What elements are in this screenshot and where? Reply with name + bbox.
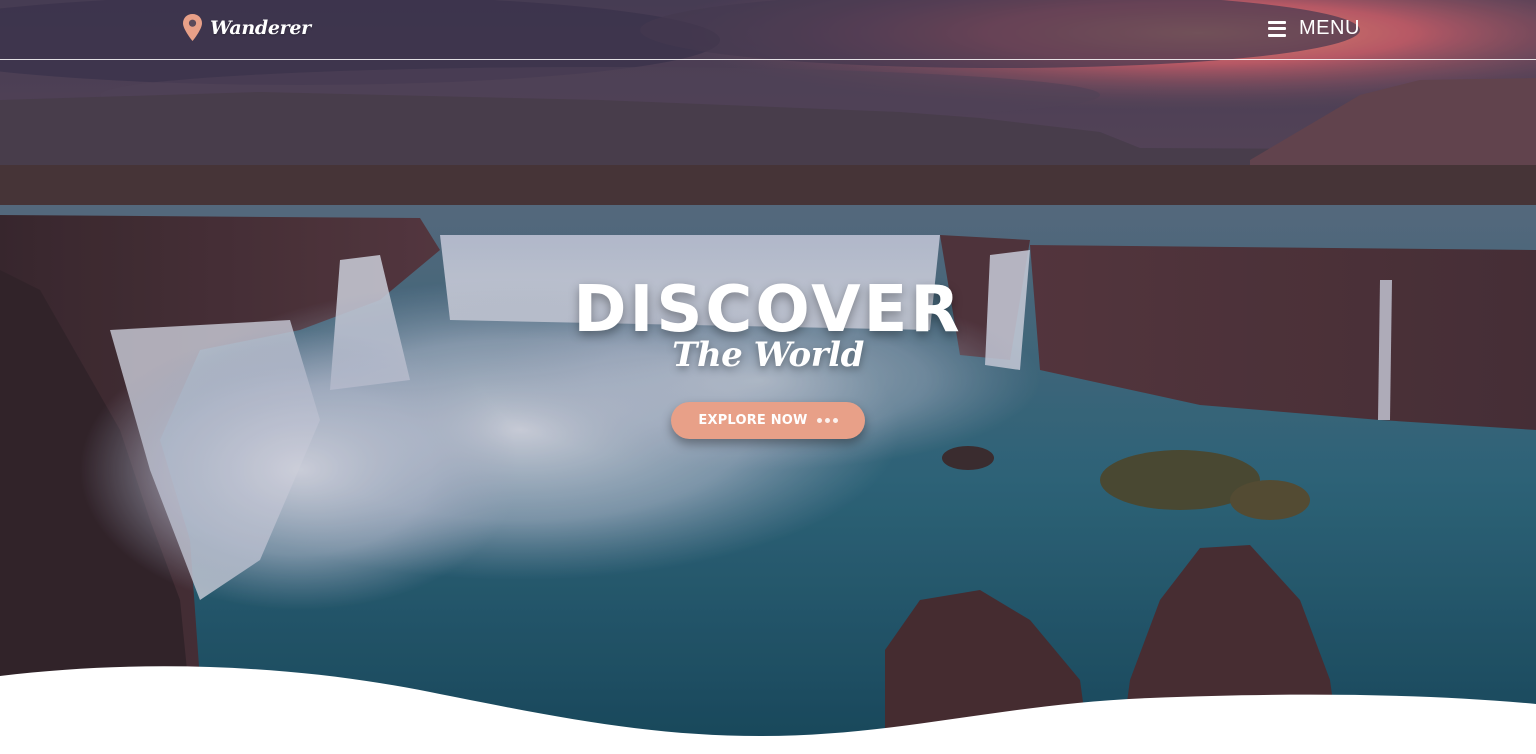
hamburger-icon [1268, 20, 1286, 37]
site-logo[interactable]: Wanderer [182, 13, 311, 42]
hero-background-image [0, 0, 1536, 754]
explore-now-button[interactable]: EXPLORE NOW [671, 402, 865, 439]
hero-subtitle: The World [672, 335, 864, 375]
map-pin-icon [183, 14, 202, 41]
menu-button[interactable]: MENU [1268, 17, 1360, 40]
top-navigation-bar: Wanderer MENU [0, 0, 1536, 60]
hero-headline: DISCOVER The World [0, 270, 1536, 376]
hero-section: Wanderer MENU DISCOVER The World EXPLORE… [0, 0, 1536, 754]
explore-now-label: EXPLORE NOW [698, 413, 808, 428]
logo-text: Wanderer [210, 16, 311, 39]
ellipsis-dots-icon [816, 418, 838, 423]
bottom-wave-divider [0, 666, 1536, 754]
menu-label: MENU [1299, 17, 1360, 39]
